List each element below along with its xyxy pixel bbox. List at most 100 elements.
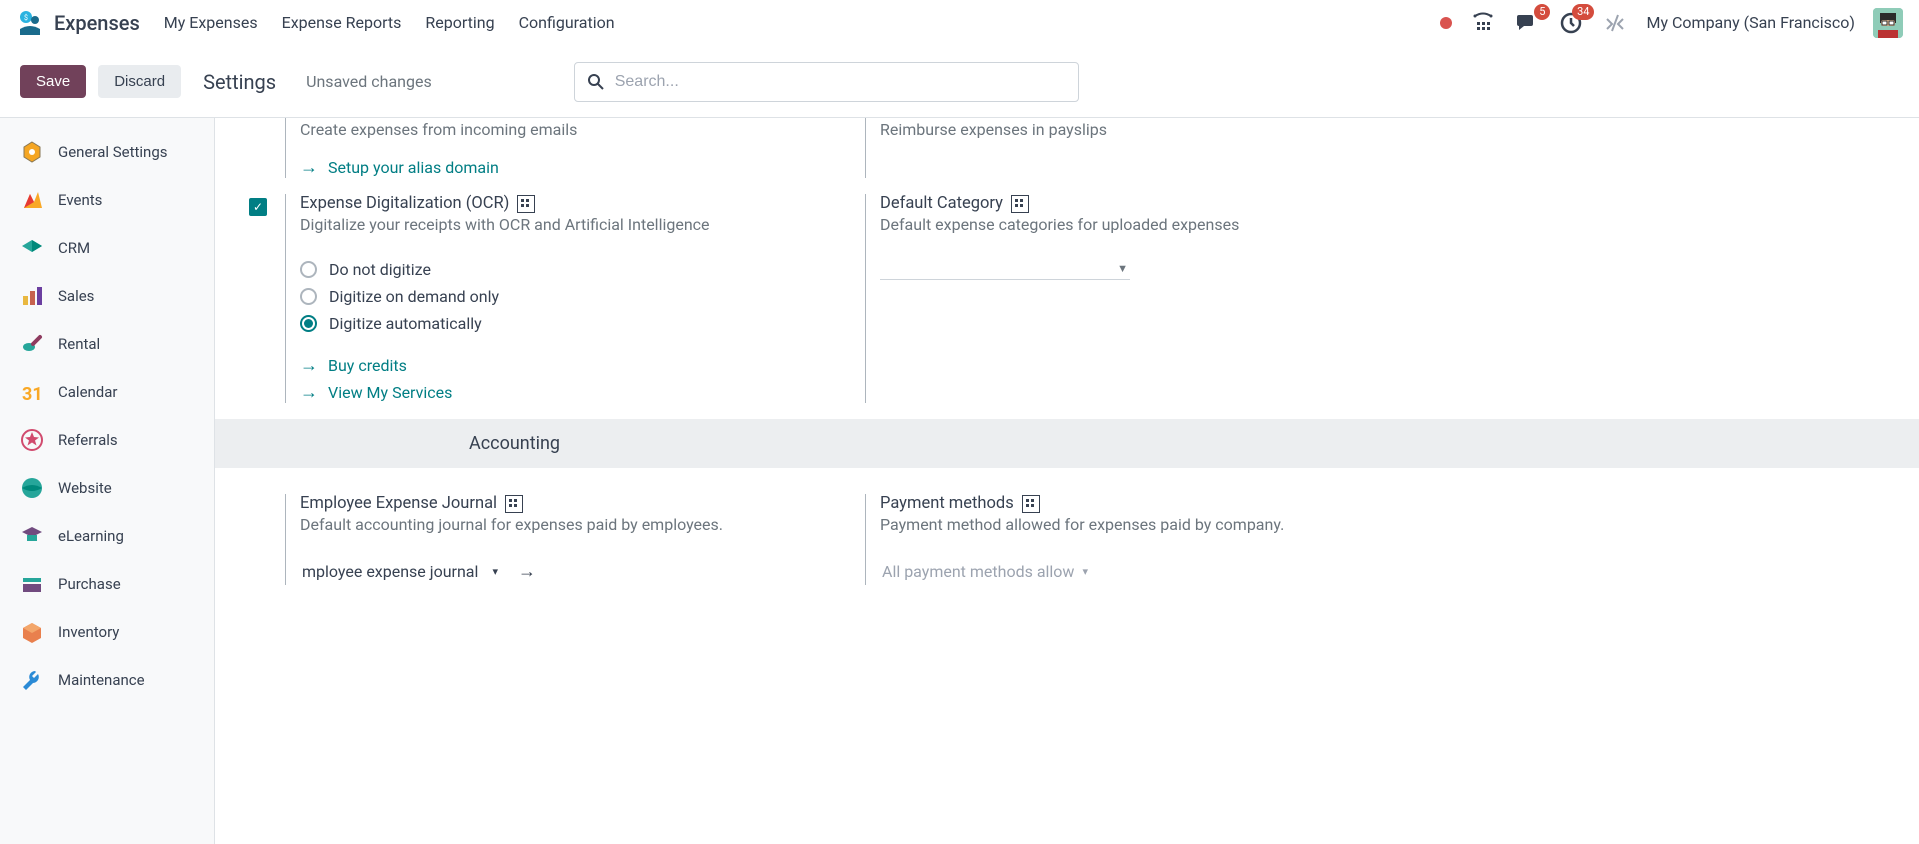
- sidebar-item-inventory[interactable]: Inventory: [0, 608, 214, 656]
- empjournal-title: Employee Expense Journal: [300, 494, 845, 513]
- external-link-icon[interactable]: →: [518, 561, 536, 582]
- arrow-right-icon: →: [300, 382, 318, 403]
- calendar-icon: 31: [20, 380, 44, 404]
- app-name[interactable]: Expenses: [54, 11, 140, 35]
- sidebar-item-label: Referrals: [58, 431, 118, 449]
- elearning-icon: [20, 524, 44, 548]
- view-services-link[interactable]: →View My Services: [300, 382, 845, 403]
- paymethods-dropdown[interactable]: All payment methods allow▾: [880, 558, 1090, 585]
- rental-icon: [20, 332, 44, 356]
- discard-button[interactable]: Discard: [98, 65, 181, 98]
- purchase-icon: [20, 572, 44, 596]
- main: General Settings Events CRM Sales Rental…: [0, 118, 1919, 844]
- sidebar-item-label: Rental: [58, 335, 100, 353]
- sidebar-item-general[interactable]: General Settings: [0, 128, 214, 176]
- save-button[interactable]: Save: [20, 65, 86, 98]
- sidebar-item-rental[interactable]: Rental: [0, 320, 214, 368]
- ocr-radio-demand[interactable]: Digitize on demand only: [300, 283, 845, 310]
- company-icon: [517, 195, 535, 213]
- sidebar-item-crm[interactable]: CRM: [0, 224, 214, 272]
- sidebar-item-label: Maintenance: [58, 671, 145, 689]
- sidebar-item-elearning[interactable]: eLearning: [0, 512, 214, 560]
- gear-icon: [20, 140, 44, 164]
- svg-text:31: 31: [22, 384, 43, 404]
- settings-content: Create expenses from incoming emails →Se…: [215, 118, 1919, 844]
- sidebar-item-referrals[interactable]: Referrals: [0, 416, 214, 464]
- setup-alias-link[interactable]: →Setup your alias domain: [300, 157, 845, 178]
- sidebar-item-label: Purchase: [58, 575, 121, 593]
- nav-my-expenses[interactable]: My Expenses: [164, 13, 258, 32]
- search-icon: [587, 73, 605, 91]
- paymethods-title: Payment methods: [880, 494, 1425, 513]
- accounting-header: Accounting: [215, 419, 1919, 468]
- sidebar-item-label: Events: [58, 191, 102, 209]
- ocr-radio-none[interactable]: Do not digitize: [300, 256, 845, 283]
- breadcrumb: Settings: [203, 70, 276, 94]
- radio-icon: [300, 261, 317, 278]
- messages-icon[interactable]: 5: [1514, 10, 1540, 36]
- sidebar-item-maintenance[interactable]: Maintenance: [0, 656, 214, 704]
- sidebar-item-label: eLearning: [58, 527, 124, 545]
- activities-icon[interactable]: 34: [1558, 10, 1584, 36]
- referrals-icon: [20, 428, 44, 452]
- website-icon: [20, 476, 44, 500]
- activities-badge: 34: [1572, 4, 1594, 20]
- sales-icon: [20, 284, 44, 308]
- payslips-desc: Reimburse expenses in payslips: [880, 120, 1425, 139]
- empjournal-desc: Default accounting journal for expenses …: [300, 515, 845, 534]
- ocr-title: Expense Digitalization (OCR): [300, 194, 845, 213]
- chevron-down-icon: ▾: [492, 565, 498, 578]
- empjournal-dropdown[interactable]: mployee expense journal▾: [300, 558, 500, 585]
- nav-configuration[interactable]: Configuration: [519, 13, 615, 32]
- emails-desc: Create expenses from incoming emails: [300, 120, 845, 139]
- radio-checked-icon: [300, 315, 317, 332]
- svg-text:$: $: [24, 14, 28, 22]
- company-selector[interactable]: My Company (San Francisco): [1646, 13, 1855, 32]
- sidebar-item-purchase[interactable]: Purchase: [0, 560, 214, 608]
- sidebar-item-events[interactable]: Events: [0, 176, 214, 224]
- search-box[interactable]: [574, 62, 1079, 102]
- sidebar-item-label: CRM: [58, 239, 90, 257]
- status-dot-icon: [1440, 17, 1452, 29]
- paymethods-desc: Payment method allowed for expenses paid…: [880, 515, 1425, 534]
- app-icon: $: [16, 9, 44, 37]
- sidebar-item-label: Sales: [58, 287, 94, 305]
- sidebar-item-label: Website: [58, 479, 112, 497]
- unsaved-status: Unsaved changes: [306, 72, 432, 91]
- defaultcat-title: Default Category: [880, 194, 1425, 213]
- ocr-checkbox[interactable]: ✓: [249, 198, 267, 216]
- company-icon: [1022, 495, 1040, 513]
- ocr-desc: Digitalize your receipts with OCR and Ar…: [300, 215, 845, 234]
- chevron-down-icon: ▼: [1117, 262, 1128, 275]
- nav-expense-reports[interactable]: Expense Reports: [282, 13, 402, 32]
- radio-icon: [300, 288, 317, 305]
- settings-sidebar: General Settings Events CRM Sales Rental…: [0, 118, 215, 844]
- events-icon: [20, 188, 44, 212]
- buy-credits-link[interactable]: →Buy credits: [300, 355, 845, 376]
- nav-reporting[interactable]: Reporting: [425, 13, 494, 32]
- apps-icon[interactable]: [1470, 10, 1496, 36]
- defaultcat-desc: Default expense categories for uploaded …: [880, 215, 1425, 234]
- search-input[interactable]: [615, 73, 1066, 91]
- sidebar-item-calendar[interactable]: 31Calendar: [0, 368, 214, 416]
- company-icon: [505, 495, 523, 513]
- company-icon: [1011, 195, 1029, 213]
- sidebar-item-label: Inventory: [58, 623, 119, 641]
- sidebar-item-label: General Settings: [58, 143, 168, 161]
- inventory-icon: [20, 620, 44, 644]
- maintenance-icon: [20, 668, 44, 692]
- sidebar-item-sales[interactable]: Sales: [0, 272, 214, 320]
- crm-icon: [20, 236, 44, 260]
- sidebar-item-website[interactable]: Website: [0, 464, 214, 512]
- messages-badge: 5: [1534, 4, 1550, 20]
- arrow-right-icon: →: [300, 157, 318, 178]
- ocr-radio-auto[interactable]: Digitize automatically: [300, 310, 845, 337]
- arrow-right-icon: →: [300, 355, 318, 376]
- top-nav: $ Expenses My Expenses Expense Reports R…: [0, 0, 1919, 46]
- control-bar: Save Discard Settings Unsaved changes: [0, 46, 1919, 118]
- chevron-down-icon: ▾: [1082, 565, 1088, 578]
- avatar[interactable]: [1873, 8, 1903, 38]
- debug-icon[interactable]: [1602, 10, 1628, 36]
- nav-links: My Expenses Expense Reports Reporting Co…: [164, 13, 615, 32]
- defaultcat-dropdown[interactable]: ▼: [880, 258, 1130, 280]
